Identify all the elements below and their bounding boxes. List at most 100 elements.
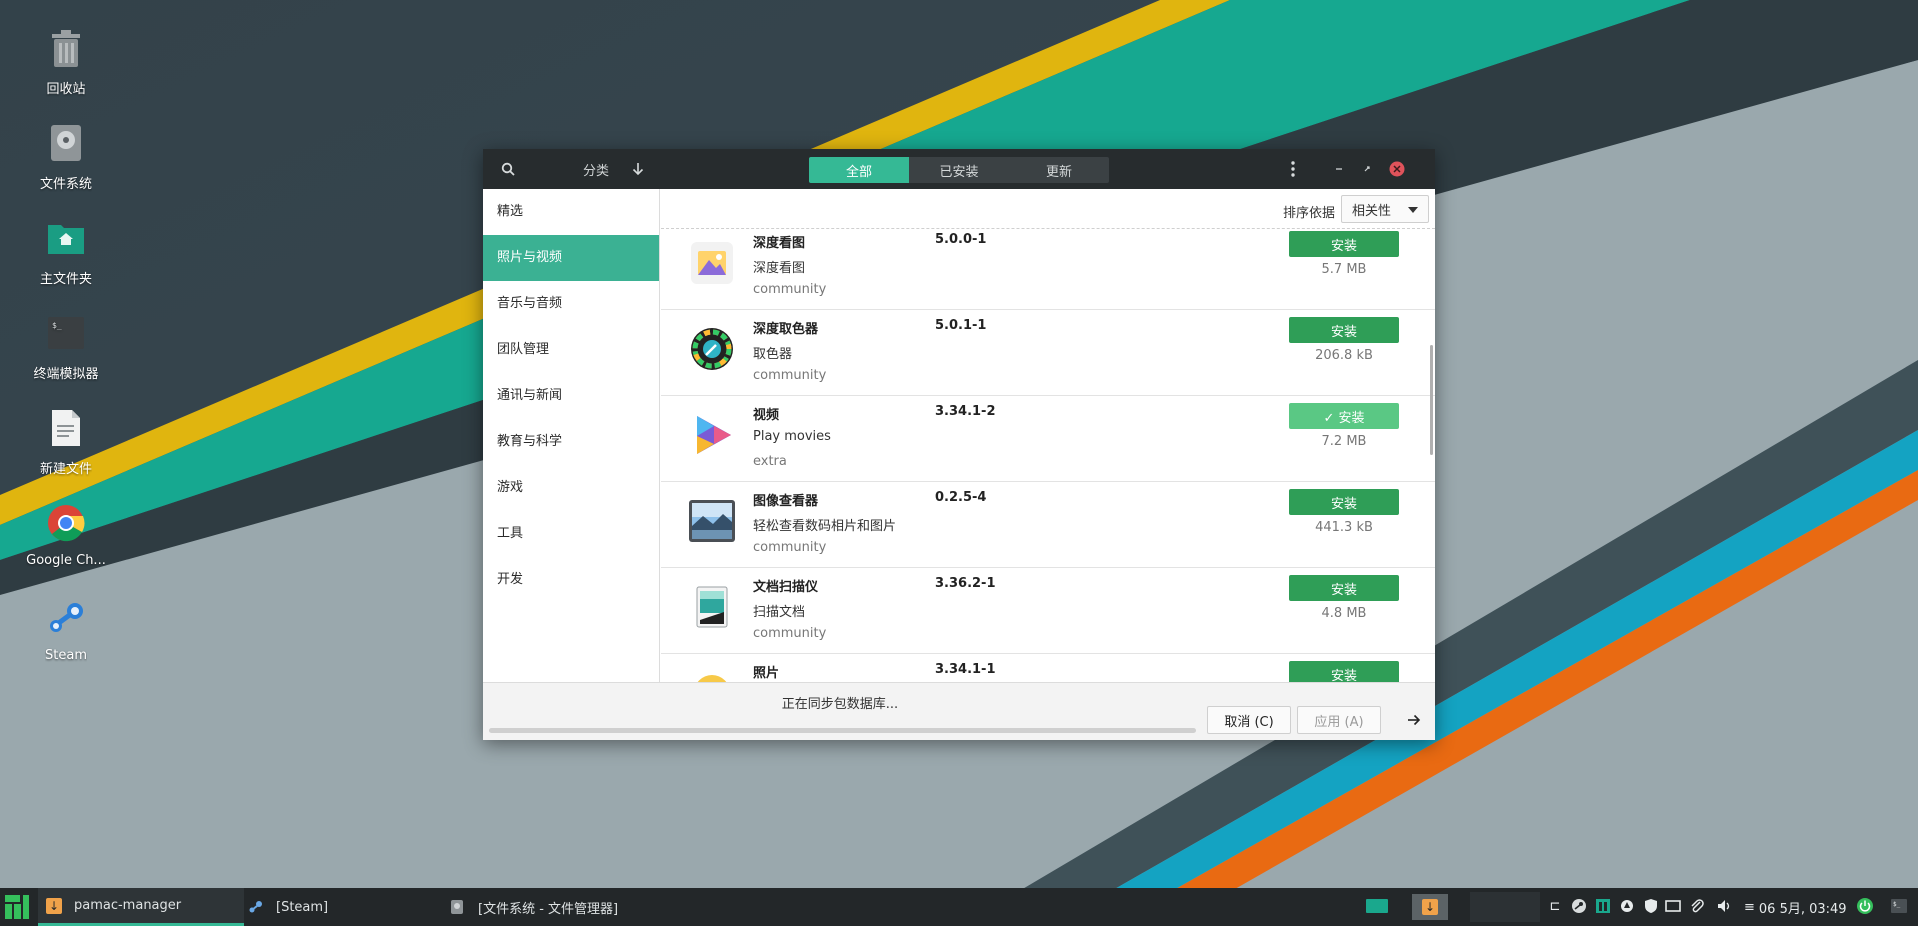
package-size: 7.2 MB [1321,434,1367,449]
install-button[interactable]: 安装 [1289,489,1399,515]
details-button[interactable] [1401,706,1427,734]
video-play-icon [697,416,731,454]
package-repo: community [753,368,827,383]
view-switcher: 全部 已安装 更新 [809,157,1109,183]
package-version: 0.2.5-4 [935,490,987,505]
document-icon [42,404,90,452]
task-label: [文件系统 - 文件管理器] [478,901,619,917]
pamac-manager-window: 分类 全部 已安装 更新 精选 照片与视频 音乐与音频 团队管理 通讯与新闻 教… [483,149,1435,740]
download-button[interactable] [623,149,653,189]
install-button[interactable]: 安装 [1289,661,1399,682]
search-icon [501,162,515,176]
desktop-icon-home[interactable]: 主文件夹 [18,214,114,287]
svg-text:$_: $_ [52,321,62,330]
desktop-icon-chrome[interactable]: Google Ch... [18,499,114,568]
package-name: 视频 [753,408,780,423]
package-size: 4.8 MB [1321,606,1367,621]
maximize-button[interactable] [1357,149,1377,189]
search-button[interactable] [491,149,525,189]
package-description: 扫描文档 [753,605,806,620]
screen-icon[interactable] [1664,897,1682,915]
drive-icon [450,899,464,915]
desktop-icon-label: 终端模拟器 [33,367,99,382]
package-version: 5.0.0-1 [935,232,987,247]
package-row[interactable]: 深度取色器 取色器 community 5.0.1-1 安装 206.8 kB [661,310,1435,396]
photos-icon [697,675,727,682]
home-folder-icon [42,214,90,262]
package-row[interactable]: 图像查看器 轻松查看数码相片和图片 community 0.2.5-4 安装 4… [661,482,1435,568]
task-label: [Steam] [276,899,329,915]
task-file-manager[interactable]: [文件系统 - 文件管理器] [446,888,736,926]
apply-button[interactable]: 应用 (A) [1297,706,1381,734]
paperclip-icon[interactable] [1688,897,1706,915]
workspace-preview[interactable] [1470,892,1540,922]
package-content: 排序依据 相关性 深度看图 深度看图 community 5.0.0-1 安装 … [661,189,1435,682]
sidebar-item-tools[interactable]: 工具 [483,511,659,557]
desktop-icon-label: 主文件夹 [39,272,92,287]
sidebar-item-games[interactable]: 游戏 [483,465,659,511]
clock[interactable]: ≡ 06 5月, 03:49 [1744,888,1847,926]
desktop-icon-label: Steam [45,648,87,663]
task-pamac-manager[interactable]: ↓ pamac-manager [38,888,244,926]
steam-icon [42,594,90,642]
desktop-icon-new-file[interactable]: 新建文件 [18,404,114,477]
package-row[interactable]: 文档扫描仪 扫描文档 community 3.36.2-1 安装 4.8 MB [661,568,1435,654]
list-scrollbar[interactable] [1430,345,1433,455]
sidebar-item-team-management[interactable]: 团队管理 [483,327,659,373]
sidebar-item-development[interactable]: 开发 [483,557,659,603]
svg-text:$_: $_ [1893,901,1901,908]
terminal-icon[interactable]: $_ [1890,897,1908,915]
desktop-icon-filesystem[interactable]: 文件系统 [18,119,114,192]
shield-icon[interactable] [1642,897,1660,915]
network-icon[interactable] [1618,897,1636,915]
desktop-icon-terminal[interactable]: $_ 终端模拟器 [18,309,114,382]
pamac-tray-button[interactable]: ↓ [1412,894,1448,920]
sidebar-item-education-science[interactable]: 教育与科学 [483,419,659,465]
cancel-button[interactable]: 取消 (C) [1207,706,1291,734]
package-row[interactable]: 深度看图 深度看图 community 5.0.0-1 安装 5.7 MB [661,224,1435,310]
package-size: 441.3 kB [1315,520,1373,535]
volume-icon[interactable] [1716,897,1734,915]
tab-updates[interactable]: 更新 [1009,157,1109,183]
menu-button[interactable] [1283,149,1303,189]
package-row[interactable]: 照片 3.34.1-1 安装 [661,654,1435,682]
trash-icon [42,24,90,72]
install-button[interactable]: 安装 [1289,575,1399,601]
clipboard-icon[interactable]: ⊏ [1546,897,1564,915]
install-button-checked[interactable]: ✓ 安装 [1289,403,1399,429]
categories-toggle[interactable]: 分类 [571,149,621,189]
workspace-icon[interactable] [1366,897,1388,915]
tab-installed[interactable]: 已安装 [909,157,1009,183]
package-version: 3.36.2-1 [935,576,996,591]
package-name: 文档扫描仪 [753,580,819,595]
sync-progress-bar [489,728,1196,733]
photo-landscape-icon [689,500,735,542]
package-name: 深度看图 [753,236,806,251]
package-repo: community [753,282,827,297]
install-button[interactable]: 安装 [1289,231,1399,257]
desktop-icon-label: 新建文件 [39,462,92,477]
package-size: 206.8 kB [1315,348,1373,363]
tab-all[interactable]: 全部 [809,157,909,183]
power-icon[interactable] [1856,897,1874,915]
start-menu-button[interactable] [0,888,34,926]
steam-tray-icon[interactable] [1570,897,1588,915]
sidebar-item-communication-news[interactable]: 通讯与新闻 [483,373,659,419]
minimize-button[interactable] [1329,149,1349,189]
minimize-icon [1336,168,1342,170]
package-description: 深度看图 [753,261,806,276]
package-repo: extra [753,454,787,469]
install-button[interactable]: 安装 [1289,317,1399,343]
close-button[interactable] [1385,149,1409,189]
sidebar-item-featured[interactable]: 精选 [483,189,659,235]
task-steam[interactable]: [Steam] [244,888,444,926]
desktop-icon-trash[interactable]: 回收站 [18,24,114,97]
sidebar-item-music-audio[interactable]: 音乐与音频 [483,281,659,327]
sidebar-item-photo-video[interactable]: 照片与视频 [483,235,659,281]
desktop-icon-steam[interactable]: Steam [18,594,114,663]
clock-text: 06 5月, 03:49 [1758,901,1847,917]
package-repo: community [753,540,827,555]
update-tray-icon[interactable] [1594,897,1612,915]
package-row[interactable]: 视频 Play movies extra 3.34.1-2 ✓ 安装 7.2 M… [661,396,1435,482]
package-name: 照片 [753,666,780,681]
